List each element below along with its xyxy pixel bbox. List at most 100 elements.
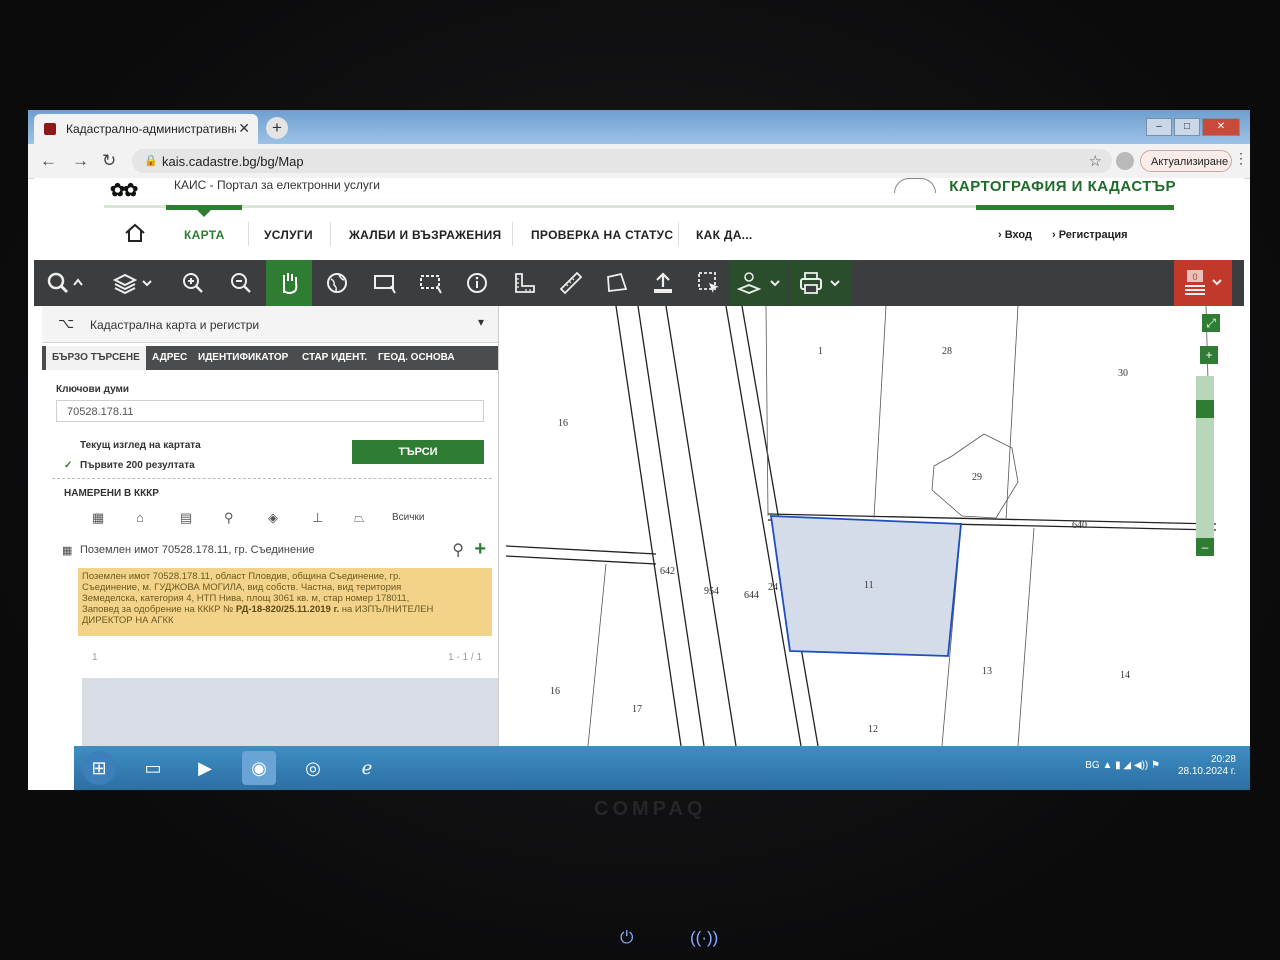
site-logo[interactable]: ✿✿ bbox=[110, 180, 160, 202]
profile-avatar-icon[interactable] bbox=[1116, 152, 1134, 170]
close-tab-icon[interactable]: ✕ bbox=[238, 120, 250, 137]
full-extent-tool[interactable] bbox=[314, 260, 360, 306]
new-tab-button[interactable]: + bbox=[266, 117, 288, 139]
menu-services[interactable]: УСЛУГИ bbox=[264, 228, 313, 242]
selection-list-tool[interactable]: 0 bbox=[1174, 260, 1232, 306]
deselect-rectangle-tool[interactable] bbox=[408, 260, 454, 306]
layer-info-tool[interactable] bbox=[730, 260, 788, 306]
search-tool[interactable] bbox=[34, 260, 98, 306]
tab-title: Кадастрално-административна bbox=[66, 122, 236, 136]
tab-address[interactable]: АДРЕС bbox=[146, 346, 193, 370]
layer-filter-icon[interactable]: ◈ bbox=[268, 510, 278, 526]
site-favicon-icon bbox=[44, 123, 56, 135]
current-view-checkbox[interactable]: Текущ изглед на картата bbox=[64, 438, 201, 451]
zoom-out-tool[interactable] bbox=[218, 260, 264, 306]
zoom-out-button[interactable]: – bbox=[1196, 538, 1214, 556]
zoom-to-result-icon[interactable]: ⚲ bbox=[452, 540, 464, 560]
internet-explorer-icon[interactable]: ℯ bbox=[350, 751, 384, 785]
media-player-icon[interactable]: ▶ bbox=[188, 751, 222, 785]
lock-icon: 🔒 bbox=[144, 155, 158, 167]
home-icon[interactable] bbox=[124, 222, 146, 244]
parcel-filter-icon[interactable]: ▦ bbox=[92, 510, 104, 526]
result-item[interactable]: ▦ Поземлен имот 70528.178.11, гр. Съедин… bbox=[62, 538, 492, 562]
close-window-button[interactable]: ✕ bbox=[1202, 118, 1240, 136]
layers-tool[interactable] bbox=[100, 260, 166, 306]
first-200-label: Първите 200 резултата bbox=[80, 460, 195, 471]
maximize-button[interactable]: □ bbox=[1174, 118, 1200, 136]
chrome-icon[interactable]: ◉ bbox=[242, 751, 276, 785]
search-button[interactable]: ТЪРСИ bbox=[352, 440, 484, 464]
chevron-down-icon[interactable]: ▾ bbox=[478, 315, 484, 329]
laptop-brand-logo: COMPAQ bbox=[594, 798, 707, 820]
upload-tool[interactable] bbox=[640, 260, 686, 306]
language-indicator[interactable]: BG bbox=[1085, 760, 1099, 771]
pan-tool[interactable] bbox=[266, 260, 312, 306]
first-200-checkbox[interactable]: ✓ Първите 200 резултата bbox=[64, 460, 195, 471]
browser-menu-icon[interactable]: ⋮ bbox=[1234, 150, 1248, 167]
screen: Кадастрално-административна ✕ + – □ ✕ ← … bbox=[28, 110, 1250, 790]
header-divider bbox=[104, 205, 1174, 210]
building-filter-icon[interactable]: ⌂ bbox=[136, 510, 144, 525]
tab-identifier[interactable]: ИДЕНТИФИКАТОР bbox=[192, 346, 294, 370]
cadastral-map[interactable]: 1 28 30 16 29 640 642 954 644 24 11 13 1… bbox=[506, 306, 1230, 746]
menu-complaints[interactable]: ЖАЛБИ И ВЪЗРАЖЕНИЯ bbox=[349, 228, 501, 242]
tab-geodetic-base[interactable]: ГЕОД. ОСНОВА bbox=[372, 346, 461, 370]
tab-quick-search[interactable]: БЪРЗО ТЪРСЕНЕ bbox=[46, 346, 146, 370]
globe-icon bbox=[327, 273, 347, 293]
page-number[interactable]: 1 bbox=[92, 652, 98, 663]
start-button[interactable]: ⊞ bbox=[82, 751, 116, 785]
login-link[interactable]: › Вход bbox=[998, 229, 1032, 241]
minimize-button[interactable]: – bbox=[1146, 118, 1172, 136]
search-panel: ⌥ Кадастрална карта и регистри ▾ БЪРЗО Т… bbox=[42, 306, 499, 746]
zoom-in-button[interactable]: + bbox=[1200, 346, 1218, 364]
keywords-input[interactable]: 70528.178.11 bbox=[56, 400, 484, 422]
update-button[interactable]: Актуализиране bbox=[1140, 150, 1232, 172]
system-tray[interactable]: BG ▲ ▮ ◢ ◀)) ⚑ bbox=[1085, 760, 1160, 771]
unit-filter-icon[interactable]: ▤ bbox=[180, 510, 192, 526]
menu-separator bbox=[512, 222, 513, 246]
back-arrow-icon[interactable]: ← bbox=[40, 151, 57, 171]
bookmark-star-icon[interactable]: ☆ bbox=[1089, 152, 1102, 170]
tab-old-identifier[interactable]: СТАР ИДЕНТ. bbox=[296, 346, 373, 370]
map-label: 16 bbox=[550, 686, 560, 697]
fullscreen-button[interactable]: ⤢ bbox=[1202, 314, 1220, 332]
select-objects-tool[interactable] bbox=[686, 260, 732, 306]
order-number: РД-18-820/25.11.2019 г. bbox=[235, 604, 340, 615]
polygon-filter-icon[interactable]: ⏢ bbox=[354, 510, 364, 526]
browser-tab[interactable]: Кадастрално-административна ✕ bbox=[34, 114, 258, 144]
reload-icon[interactable]: ↻ bbox=[102, 151, 116, 171]
zoom-in-tool[interactable] bbox=[170, 260, 216, 306]
panel-title: Кадастрална карта и регистри bbox=[90, 318, 260, 332]
menu-how-to[interactable]: КАК ДА... bbox=[696, 228, 753, 242]
address-filter-icon[interactable]: ⚲ bbox=[224, 510, 234, 526]
info-icon bbox=[467, 273, 487, 293]
print-tool[interactable] bbox=[790, 260, 852, 306]
zoom-slider[interactable] bbox=[1196, 376, 1214, 538]
road-boundary bbox=[506, 545, 657, 555]
measure-area-tool[interactable] bbox=[502, 260, 548, 306]
clock-time: 20:28 bbox=[1210, 754, 1236, 765]
firefox-icon[interactable]: ◎ bbox=[296, 751, 330, 785]
layers-icon bbox=[112, 273, 152, 295]
boundary-filter-icon[interactable]: ⊥ bbox=[312, 510, 323, 526]
site-header: ✿✿ КАИС - Портал за електронни услуги КА… bbox=[34, 178, 1244, 258]
search-tabs: БЪРЗО ТЪРСЕНЕ АДРЕС ИДЕНТИФИКАТОР СТАР И… bbox=[42, 346, 498, 370]
filter-all[interactable]: Всички bbox=[392, 512, 424, 523]
upload-icon bbox=[654, 272, 672, 293]
identify-tool[interactable] bbox=[454, 260, 500, 306]
measure-distance-tool[interactable] bbox=[548, 260, 594, 306]
found-label: НАМЕРЕНИ В КККР bbox=[64, 488, 159, 499]
menu-status-check[interactable]: ПРОВЕРКА НА СТАТУС bbox=[531, 228, 673, 242]
add-result-icon[interactable]: + bbox=[474, 538, 486, 561]
forward-arrow-icon[interactable]: → bbox=[72, 151, 89, 171]
select-rectangle-tool[interactable] bbox=[362, 260, 408, 306]
menu-map[interactable]: КАРТА bbox=[184, 228, 225, 242]
omnibox[interactable]: 🔒 kais.cadastre.bg/bg/Map ☆ bbox=[132, 149, 1112, 173]
explorer-icon[interactable]: ▭ bbox=[136, 751, 170, 785]
map-canvas[interactable]: 1 28 30 16 29 640 642 954 644 24 11 13 1… bbox=[506, 306, 1230, 746]
panel-header[interactable]: ⌥ Кадастрална карта и регистри ▾ bbox=[42, 306, 498, 343]
clock[interactable]: 20:28 28.10.2024 г. bbox=[1178, 754, 1236, 778]
polygon-tool[interactable] bbox=[594, 260, 640, 306]
zoom-slider-handle[interactable] bbox=[1196, 400, 1214, 418]
register-link[interactable]: › Регистрация bbox=[1052, 229, 1128, 241]
